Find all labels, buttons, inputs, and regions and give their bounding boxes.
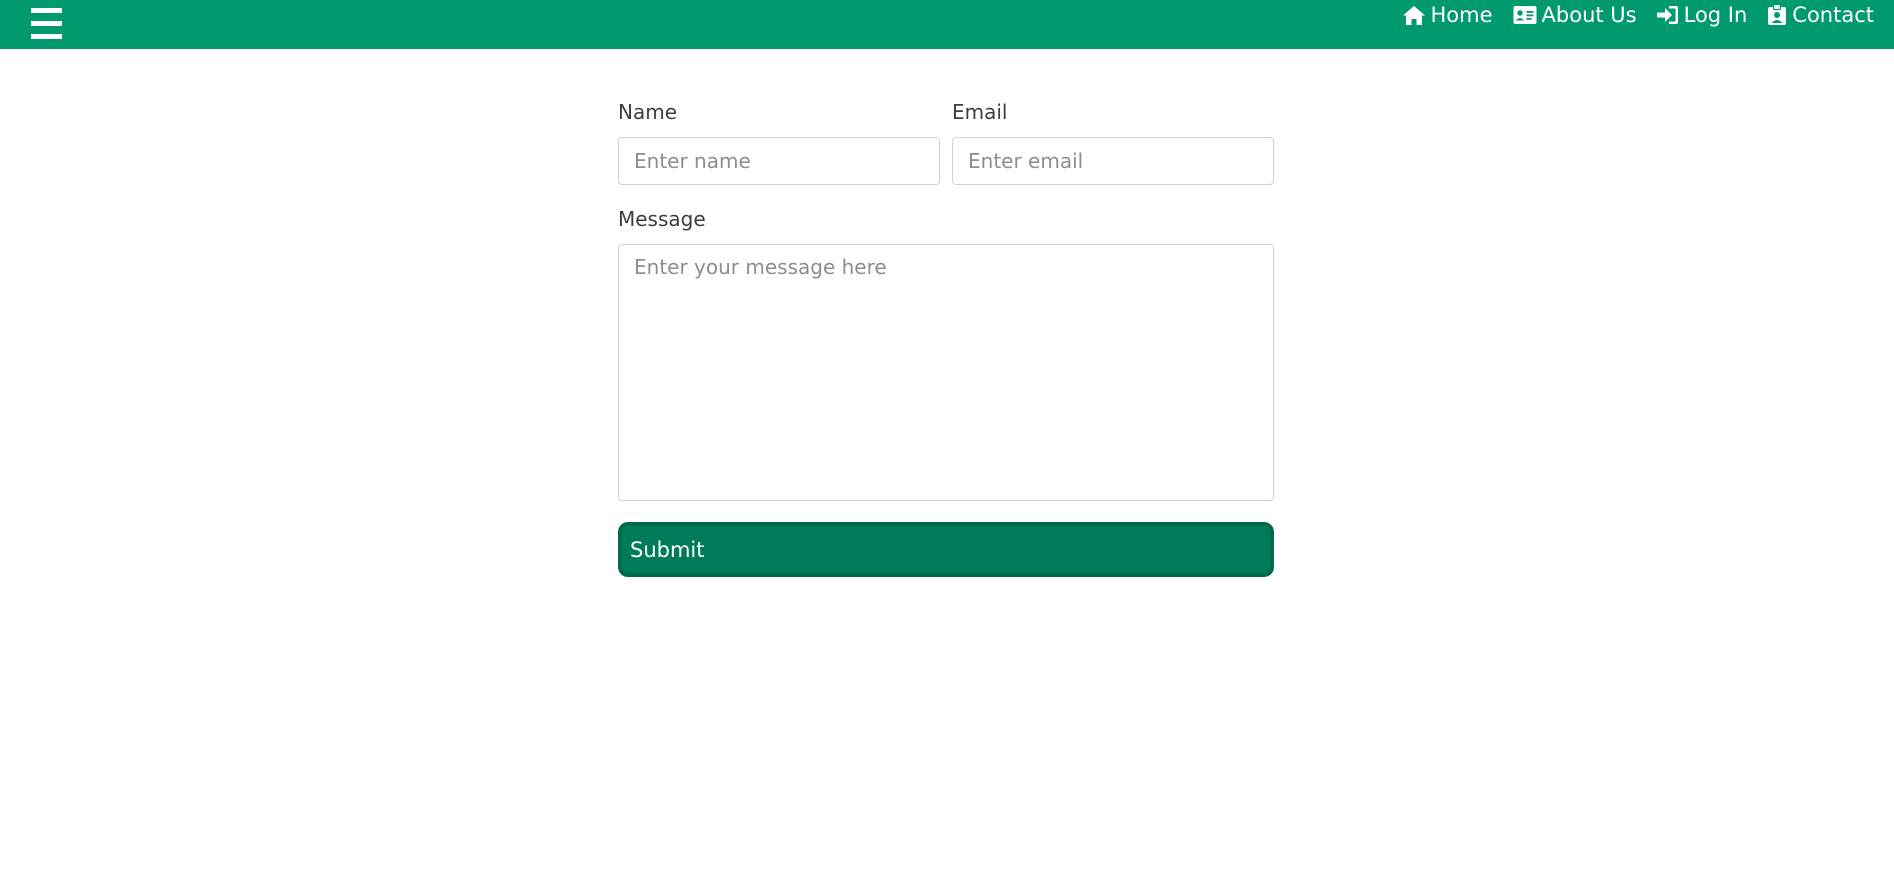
name-email-row: Name Email xyxy=(618,98,1274,185)
nav-link-login[interactable]: Log In xyxy=(1656,3,1748,27)
id-badge-icon xyxy=(1768,4,1787,25)
nav-link-home[interactable]: Home xyxy=(1402,3,1493,27)
message-field-group: Message xyxy=(618,205,1274,501)
name-input[interactable] xyxy=(618,137,940,185)
navbar: Home About Us Log In Contact xyxy=(0,0,1894,49)
nav-links: Home About Us Log In Contact xyxy=(1402,0,1874,30)
name-field-group: Name xyxy=(618,98,940,185)
message-label: Message xyxy=(618,207,706,231)
contact-form: Name Email Message Submit xyxy=(618,98,1274,577)
nav-link-contact[interactable]: Contact xyxy=(1767,3,1874,27)
nav-link-about-label: About Us xyxy=(1541,3,1637,27)
id-card-icon xyxy=(1513,6,1537,24)
home-icon xyxy=(1402,5,1425,25)
message-textarea[interactable] xyxy=(618,244,1274,501)
email-field-group: Email xyxy=(952,98,1274,185)
nav-link-login-label: Log In xyxy=(1683,3,1748,27)
sign-in-icon xyxy=(1656,6,1678,24)
email-label: Email xyxy=(952,100,1008,124)
name-label: Name xyxy=(618,100,678,124)
nav-link-about[interactable]: About Us xyxy=(1513,3,1637,27)
email-input[interactable] xyxy=(952,137,1274,185)
nav-link-contact-label: Contact xyxy=(1792,3,1874,27)
nav-link-home-label: Home xyxy=(1430,3,1493,27)
submit-button[interactable]: Submit xyxy=(618,522,1274,577)
hamburger-icon[interactable] xyxy=(31,8,63,40)
